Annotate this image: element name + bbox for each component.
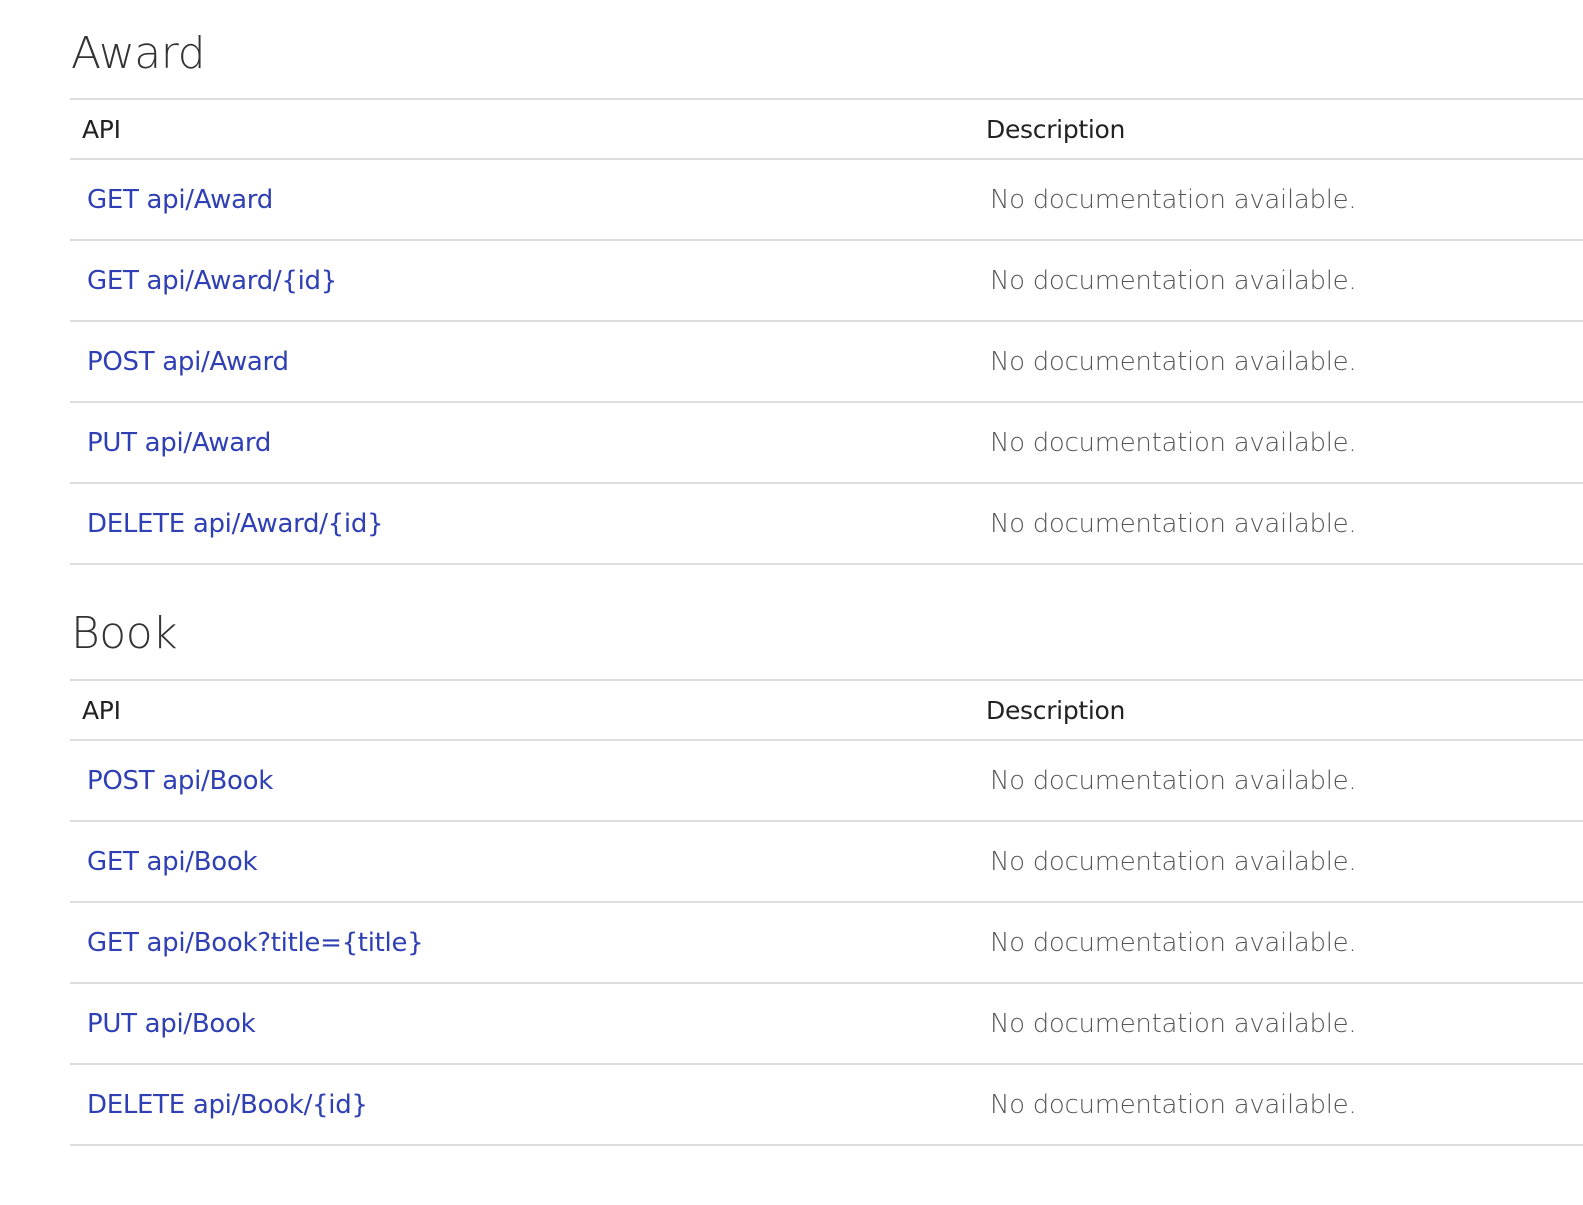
api-help-page: Award API Description GET api/Award No d… <box>70 0 1583 1146</box>
api-link[interactable]: GET api/Award <box>87 185 273 215</box>
api-description: No documentation available. <box>982 902 1583 984</box>
column-header-api: API <box>70 98 982 160</box>
table-row: PUT api/Book No documentation available. <box>70 983 1583 1065</box>
section-award: Award API Description GET api/Award No d… <box>70 0 1583 565</box>
api-description: No documentation available. <box>982 321 1583 403</box>
column-header-description: Description <box>982 679 1583 741</box>
api-link[interactable]: PUT api/Book <box>87 1009 256 1039</box>
api-link[interactable]: DELETE api/Book/{id} <box>87 1090 368 1120</box>
api-name-cell: PUT api/Award <box>70 402 982 484</box>
table-row: GET api/Book?title={title} No documentat… <box>70 902 1583 984</box>
api-name-cell: GET api/Book?title={title} <box>70 902 982 984</box>
api-name-cell: GET api/Award/{id} <box>70 240 982 322</box>
table-row: POST api/Award No documentation availabl… <box>70 321 1583 403</box>
section-book: Book API Description POST api/Book No do… <box>70 565 1583 1146</box>
table-row: DELETE api/Book/{id} No documentation av… <box>70 1064 1583 1146</box>
api-description: No documentation available. <box>982 983 1583 1065</box>
table-header-row: API Description <box>70 679 1583 741</box>
api-name-cell: PUT api/Book <box>70 983 982 1065</box>
api-description: No documentation available. <box>982 402 1583 484</box>
api-description: No documentation available. <box>982 159 1583 241</box>
section-title: Award <box>71 28 206 79</box>
api-name-cell: GET api/Book <box>70 821 982 903</box>
table-row: GET api/Award No documentation available… <box>70 159 1583 241</box>
api-table-award: API Description GET api/Award No documen… <box>70 98 1583 565</box>
api-name-cell: GET api/Award <box>70 159 982 241</box>
api-description: No documentation available. <box>982 821 1583 903</box>
api-name-cell: DELETE api/Book/{id} <box>70 1064 982 1146</box>
api-link[interactable]: DELETE api/Award/{id} <box>87 509 384 539</box>
api-link[interactable]: PUT api/Award <box>87 428 271 458</box>
table-row: POST api/Book No documentation available… <box>70 740 1583 822</box>
table-row: DELETE api/Award/{id} No documentation a… <box>70 483 1583 565</box>
api-table-book: API Description POST api/Book No documen… <box>70 679 1583 1146</box>
api-description: No documentation available. <box>982 483 1583 565</box>
table-row: PUT api/Award No documentation available… <box>70 402 1583 484</box>
api-name-cell: DELETE api/Award/{id} <box>70 483 982 565</box>
table-row: GET api/Award/{id} No documentation avai… <box>70 240 1583 322</box>
api-link[interactable]: GET api/Award/{id} <box>87 266 337 296</box>
column-header-api: API <box>70 679 982 741</box>
api-name-cell: POST api/Award <box>70 321 982 403</box>
api-description: No documentation available. <box>982 1064 1583 1146</box>
api-name-cell: POST api/Book <box>70 740 982 822</box>
api-link[interactable]: GET api/Book?title={title} <box>87 928 424 958</box>
api-description: No documentation available. <box>982 740 1583 822</box>
api-link[interactable]: POST api/Award <box>87 347 289 377</box>
api-link[interactable]: POST api/Book <box>87 766 273 796</box>
api-link[interactable]: GET api/Book <box>87 847 258 877</box>
api-description: No documentation available. <box>982 240 1583 322</box>
column-header-description: Description <box>982 98 1583 160</box>
table-row: GET api/Book No documentation available. <box>70 821 1583 903</box>
section-title: Book <box>71 608 178 659</box>
table-header-row: API Description <box>70 98 1583 160</box>
